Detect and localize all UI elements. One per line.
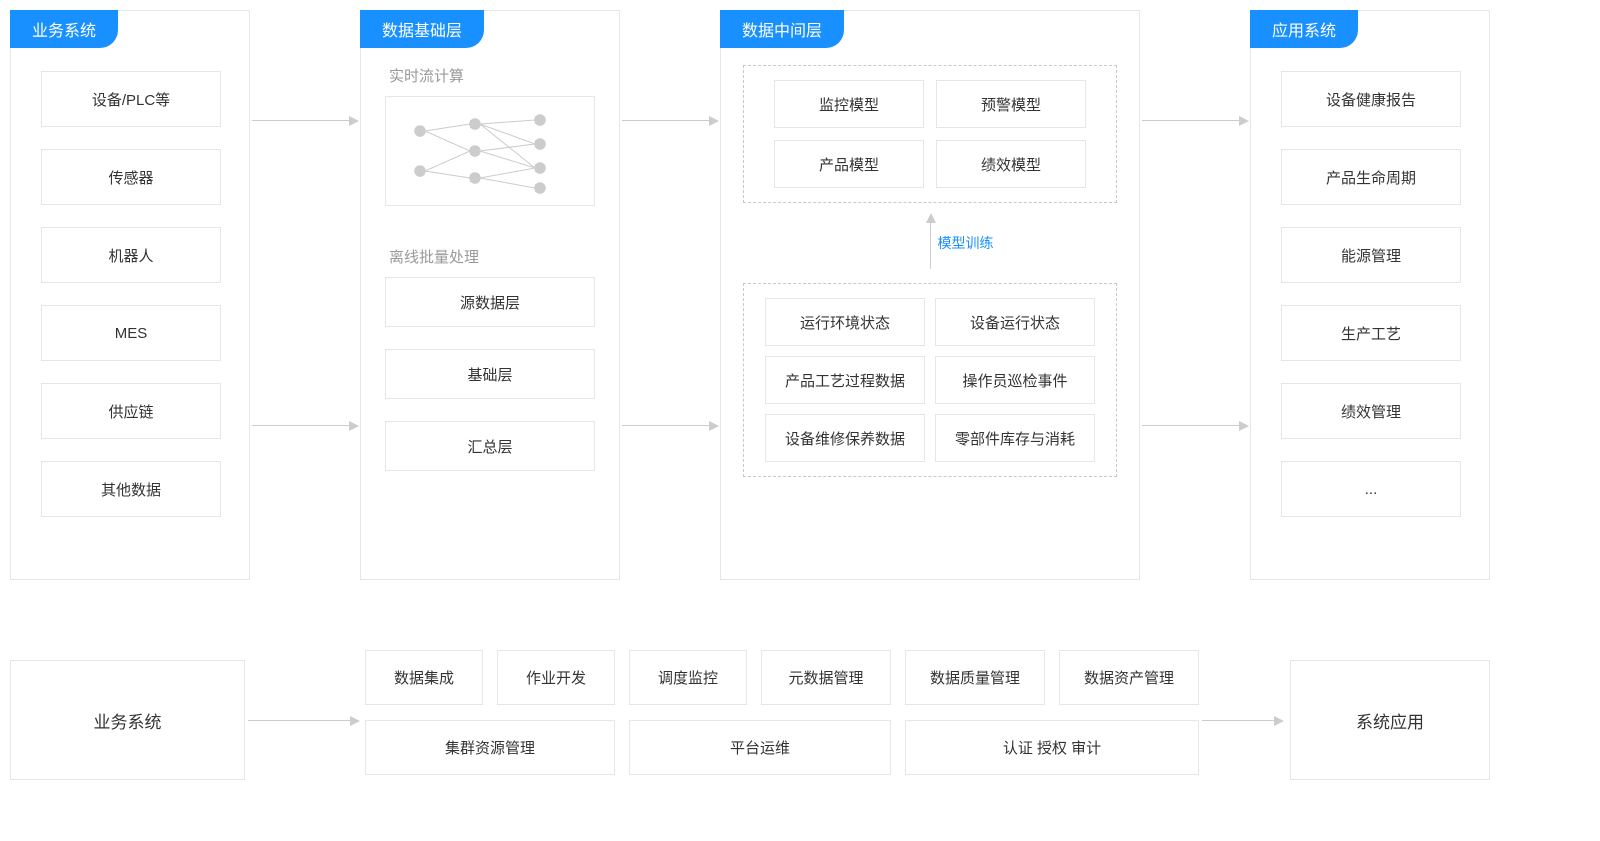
arrow-bottom-left — [248, 720, 358, 721]
app-item: 产品生命周期 — [1281, 149, 1461, 205]
data-item: 产品工艺过程数据 — [765, 356, 925, 404]
app-item: 能源管理 — [1281, 227, 1461, 283]
bottom-r2-item: 认证 授权 审计 — [905, 720, 1199, 775]
col-app-title: 应用系统 — [1250, 10, 1358, 48]
biz-item: 机器人 — [41, 227, 221, 283]
app-item: 设备健康报告 — [1281, 71, 1461, 127]
arrow-training — [930, 215, 931, 269]
batch-item: 源数据层 — [385, 277, 595, 327]
biz-item: 设备/PLC等 — [41, 71, 221, 127]
bottom-r1-item: 数据集成 — [365, 650, 483, 705]
bottom-r1-item: 调度监控 — [629, 650, 747, 705]
model-item: 产品模型 — [774, 140, 924, 188]
stream-label: 实时流计算 — [389, 65, 595, 86]
col-business-title: 业务系统 — [10, 10, 118, 48]
data-item: 设备运行状态 — [935, 298, 1095, 346]
arrow-found-to-mid-top — [622, 120, 717, 121]
bottom-r1-item: 作业开发 — [497, 650, 615, 705]
data-item: 设备维修保养数据 — [765, 414, 925, 462]
arrow-mid-to-app-top — [1142, 120, 1247, 121]
arrow-found-to-mid-bottom — [622, 425, 717, 426]
biz-item: 传感器 — [41, 149, 221, 205]
model-item: 预警模型 — [936, 80, 1086, 128]
col-foundation: 数据基础层 实时流计算 — [360, 10, 620, 580]
arrow-biz-to-found-top — [252, 120, 357, 121]
col-middle-title: 数据中间层 — [720, 10, 844, 48]
arrow-biz-to-found-bottom — [252, 425, 357, 426]
bottom-left: 业务系统 — [10, 660, 245, 780]
network-graph-icon — [400, 106, 580, 196]
model-item: 绩效模型 — [936, 140, 1086, 188]
bottom-r2-item: 平台运维 — [629, 720, 891, 775]
col-business: 业务系统 设备/PLC等 传感器 机器人 MES 供应链 其他数据 — [10, 10, 250, 580]
models-group: 监控模型 预警模型 产品模型 绩效模型 — [743, 65, 1117, 203]
biz-item: MES — [41, 305, 221, 361]
biz-item: 其他数据 — [41, 461, 221, 517]
data-item: 操作员巡检事件 — [935, 356, 1095, 404]
col-foundation-title: 数据基础层 — [360, 10, 484, 48]
model-item: 监控模型 — [774, 80, 924, 128]
batch-item: 汇总层 — [385, 421, 595, 471]
app-item: ... — [1281, 461, 1461, 517]
bottom-right: 系统应用 — [1290, 660, 1490, 780]
stream-graph-box — [385, 96, 595, 206]
data-group: 运行环境状态 设备运行状态 产品工艺过程数据 操作员巡检事件 设备维修保养数据 … — [743, 283, 1117, 477]
bottom-r1-item: 元数据管理 — [761, 650, 891, 705]
bottom-r1-item: 数据质量管理 — [905, 650, 1045, 705]
col-app: 应用系统 设备健康报告 产品生命周期 能源管理 生产工艺 绩效管理 ... — [1250, 10, 1490, 580]
batch-label: 离线批量处理 — [389, 246, 595, 267]
bottom-r2-item: 集群资源管理 — [365, 720, 615, 775]
app-item: 生产工艺 — [1281, 305, 1461, 361]
arrow-mid-to-app-bottom — [1142, 425, 1247, 426]
biz-item: 供应链 — [41, 383, 221, 439]
training-label: 模型训练 — [937, 233, 993, 253]
bottom-r1-item: 数据资产管理 — [1059, 650, 1199, 705]
data-item: 运行环境状态 — [765, 298, 925, 346]
arrow-bottom-right — [1202, 720, 1282, 721]
batch-item: 基础层 — [385, 349, 595, 399]
app-item: 绩效管理 — [1281, 383, 1461, 439]
col-middle: 数据中间层 监控模型 预警模型 产品模型 绩效模型 模型训练 运行环境状态 设备… — [720, 10, 1140, 580]
data-item: 零部件库存与消耗 — [935, 414, 1095, 462]
